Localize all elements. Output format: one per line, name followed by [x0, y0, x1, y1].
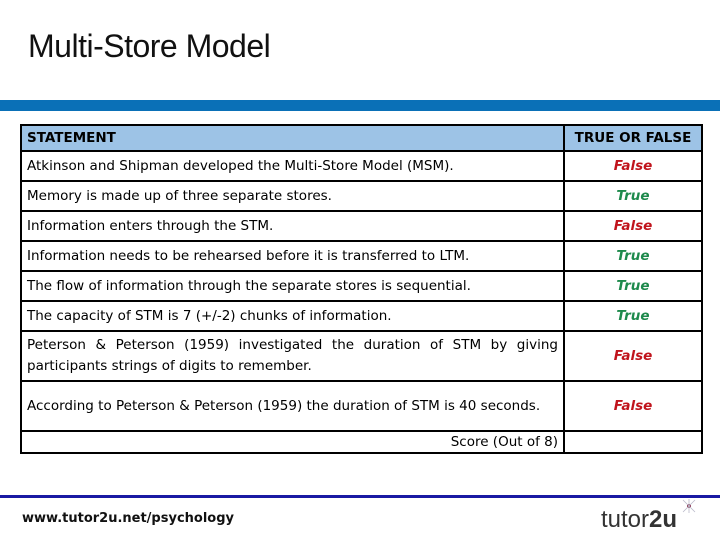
statement-cell: The flow of information through the sepa…: [20, 270, 565, 302]
table-row: Information needs to be rehearsed before…: [20, 240, 703, 272]
logo-text-bold: 2u: [649, 506, 678, 533]
table-row: The capacity of STM is 7 (+/-2) chunks o…: [20, 300, 703, 332]
logo-sparkle-icon: [682, 499, 696, 513]
statement-cell: Atkinson and Shipman developed the Multi…: [20, 150, 565, 182]
header-accent-bar: [0, 100, 720, 111]
answer-cell[interactable]: True: [563, 300, 703, 332]
table-row: According to Peterson & Peterson (1959) …: [20, 380, 703, 432]
table-row: Memory is made up of three separate stor…: [20, 180, 703, 212]
answer-cell[interactable]: False: [563, 150, 703, 182]
answer-column-header: TRUE OR FALSE: [563, 124, 703, 152]
table-header-row: STATEMENT TRUE OR FALSE: [20, 124, 703, 152]
answer-cell[interactable]: False: [563, 380, 703, 432]
footer-divider: [0, 495, 720, 498]
answer-cell[interactable]: True: [563, 270, 703, 302]
table-row: The flow of information through the sepa…: [20, 270, 703, 302]
statement-cell: The capacity of STM is 7 (+/-2) chunks o…: [20, 300, 565, 332]
logo-text-light: tutor: [601, 506, 650, 533]
true-false-table: STATEMENT TRUE OR FALSE Atkinson and Shi…: [20, 124, 703, 454]
slide-title: Multi-Store Model: [28, 28, 271, 64]
tutor2u-logo: tutor2u: [601, 506, 677, 534]
score-value-cell[interactable]: [563, 430, 703, 454]
statement-cell: According to Peterson & Peterson (1959) …: [20, 380, 565, 432]
table-row: Atkinson and Shipman developed the Multi…: [20, 150, 703, 182]
answer-cell[interactable]: False: [563, 330, 703, 382]
statement-cell: Information needs to be rehearsed before…: [20, 240, 565, 272]
table-row: Peterson & Peterson (1959) investigated …: [20, 330, 703, 382]
statement-cell: Memory is made up of three separate stor…: [20, 180, 565, 212]
table-row: Information enters through the STM. Fals…: [20, 210, 703, 242]
answer-cell[interactable]: True: [563, 180, 703, 212]
statement-cell: Peterson & Peterson (1959) investigated …: [20, 330, 565, 382]
statement-column-header: STATEMENT: [20, 124, 565, 152]
answer-cell[interactable]: False: [563, 210, 703, 242]
score-row: Score (Out of 8): [20, 430, 703, 454]
statement-cell: Information enters through the STM.: [20, 210, 565, 242]
footer-url[interactable]: www.tutor2u.net/psychology: [22, 511, 234, 526]
answer-cell[interactable]: True: [563, 240, 703, 272]
score-label: Score (Out of 8): [20, 430, 565, 454]
